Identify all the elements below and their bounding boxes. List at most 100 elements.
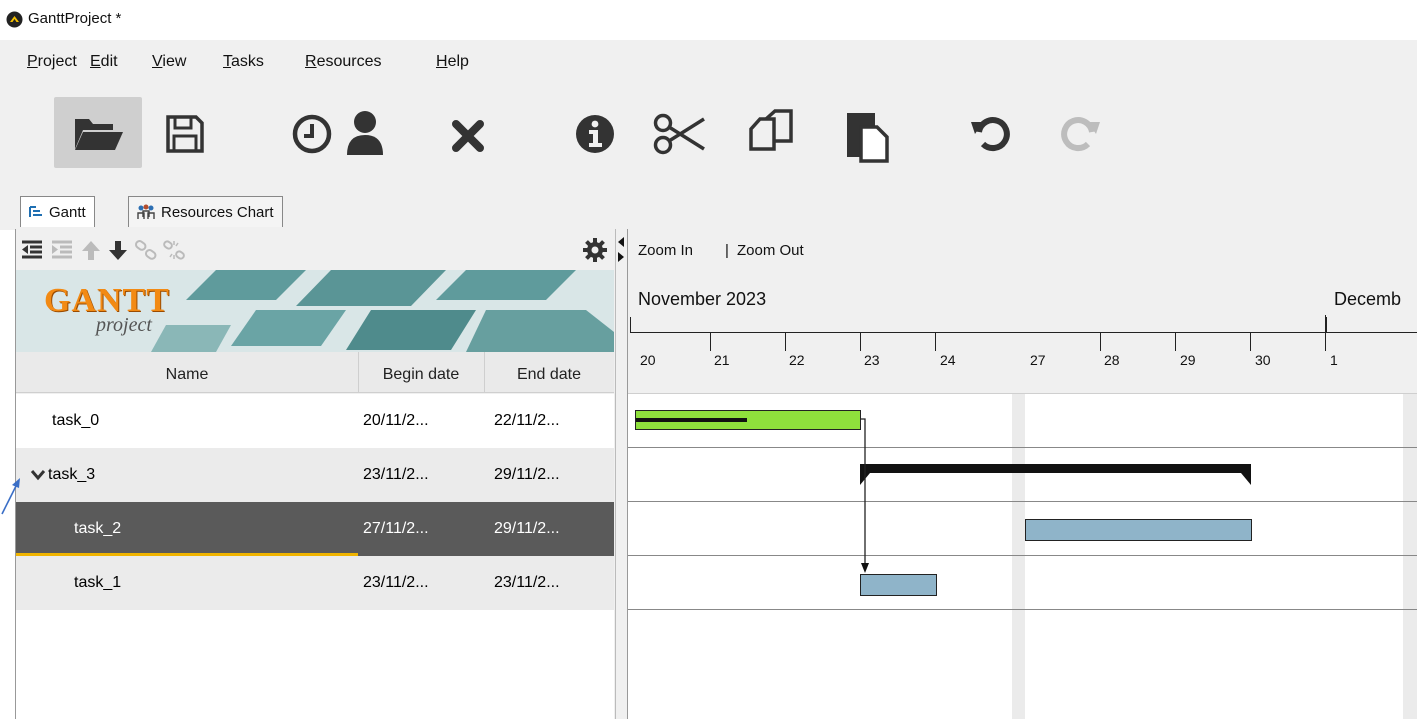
day-tick — [785, 333, 786, 351]
task-begin: 20/11/2... — [363, 412, 429, 429]
gear-icon[interactable] — [582, 237, 608, 263]
unlink-icon[interactable] — [162, 239, 186, 261]
cut-button[interactable] — [650, 109, 710, 159]
zoom-bar: Zoom In | Zoom Out — [628, 229, 1417, 271]
month-divider-line — [630, 332, 1417, 333]
column-name-header[interactable]: Name — [16, 352, 359, 392]
splitter-arrows-icon[interactable] — [617, 235, 625, 265]
task-begin: 23/11/2... — [363, 574, 429, 591]
copy-button[interactable] — [744, 106, 798, 162]
day-label: 30 — [1255, 352, 1271, 368]
day-tick — [1175, 333, 1176, 351]
table-row-task-1[interactable]: task_1 23/11/2... 23/11/2... — [16, 556, 614, 610]
day-tick — [1325, 315, 1326, 351]
day-tick — [935, 333, 936, 351]
day-tick — [710, 333, 711, 351]
month-label-december: Decemb — [1334, 289, 1402, 309]
redo-icon — [1061, 117, 1100, 152]
task-end: 29/11/2... — [494, 466, 560, 483]
redo-button[interactable] — [1057, 109, 1105, 157]
table-row-task-2-selected[interactable]: task_2 27/11/2... 29/11/2... — [16, 502, 614, 556]
table-empty-area — [16, 610, 614, 719]
day-label: 21 — [714, 352, 730, 368]
chevron-down-icon[interactable] — [30, 469, 46, 481]
column-begin-header[interactable]: Begin date — [358, 352, 485, 392]
menu-bar: Project Edit View Tasks Resources Help — [0, 40, 1417, 86]
move-down-icon[interactable] — [107, 239, 129, 261]
zoom-out-link[interactable]: Zoom Out — [737, 242, 804, 259]
gantt-tab-icon — [29, 206, 42, 217]
day-label: 29 — [1180, 352, 1196, 368]
day-label: 1 — [1330, 352, 1338, 368]
task-table-header: Name Begin date End date — [16, 352, 614, 393]
menu-edit[interactable]: Edit — [90, 53, 118, 71]
menu-project[interactable]: Project — [27, 53, 77, 71]
task-end: 23/11/2... — [494, 574, 560, 591]
task-name: task_3 — [48, 466, 96, 483]
title-bar — [0, 0, 1417, 40]
row-separator — [628, 609, 1417, 610]
column-end-header[interactable]: End date — [484, 352, 614, 392]
task-bar-task-0[interactable] — [635, 410, 861, 430]
tab-resources-label: Resources Chart — [161, 203, 274, 221]
link-icon[interactable] — [134, 239, 158, 261]
logo-subtext: project — [96, 314, 152, 336]
delete-icon — [452, 120, 484, 152]
undo-button[interactable] — [966, 109, 1014, 157]
weekend-shading — [1012, 394, 1025, 719]
zoom-in-link[interactable]: Zoom In — [638, 242, 693, 259]
delete-button[interactable] — [443, 111, 493, 161]
day-tick — [1100, 333, 1101, 351]
new-resource-button[interactable] — [340, 106, 390, 160]
task-name: task_0 — [52, 412, 100, 429]
people-icon — [137, 204, 155, 219]
save-icon — [166, 115, 204, 153]
table-row-task-0[interactable]: task_0 20/11/2... 22/11/2... — [16, 394, 614, 448]
task-bar-task-1[interactable] — [860, 574, 937, 596]
day-label: 28 — [1104, 352, 1120, 368]
progress-indicator — [636, 418, 747, 422]
history-button[interactable] — [287, 109, 337, 159]
menu-help[interactable]: Help — [436, 53, 469, 71]
gantt-app-icon — [6, 11, 23, 28]
task-table-toolbar — [16, 229, 614, 269]
task-end: 22/11/2... — [494, 412, 560, 429]
day-label: 23 — [864, 352, 880, 368]
indent-icon[interactable] — [50, 240, 74, 260]
dependency-arrow — [860, 418, 869, 573]
info-icon — [576, 115, 614, 153]
menu-view[interactable]: View — [152, 53, 186, 71]
paste-icon — [847, 113, 889, 163]
row-separator — [628, 501, 1417, 502]
menu-tasks[interactable]: Tasks — [223, 53, 264, 71]
clock-icon — [292, 114, 332, 154]
outdent-icon[interactable] — [20, 240, 44, 260]
open-project-button[interactable] — [54, 97, 142, 168]
day-label: 20 — [640, 352, 656, 368]
row-separator — [628, 447, 1417, 448]
menu-resources[interactable]: Resources — [305, 53, 381, 71]
undo-icon — [971, 117, 1010, 152]
annotation-arrow — [1, 478, 20, 515]
zoom-separator: | — [725, 242, 729, 259]
ganttproject-logo: GANTT project — [16, 270, 614, 352]
month-tick — [1326, 317, 1327, 333]
day-label: 27 — [1030, 352, 1046, 368]
task-name: task_2 — [74, 520, 122, 537]
move-up-icon[interactable] — [80, 239, 102, 261]
day-tick — [860, 333, 861, 351]
cut-icon — [653, 113, 705, 155]
summary-bar-task-3[interactable] — [858, 462, 1254, 486]
tab-resources-chart[interactable]: Resources Chart — [128, 196, 283, 227]
month-tick — [630, 317, 631, 333]
tab-gantt[interactable]: Gantt — [20, 196, 95, 227]
weekend-shading — [1403, 394, 1417, 719]
table-row-task-3[interactable]: task_3 23/11/2... 29/11/2... — [16, 448, 614, 502]
day-label: 22 — [789, 352, 805, 368]
paste-button[interactable] — [840, 106, 892, 166]
task-bar-task-2[interactable] — [1025, 519, 1252, 541]
save-button[interactable] — [160, 109, 210, 159]
task-end: 29/11/2... — [494, 520, 560, 537]
month-label-november: November 2023 — [638, 289, 767, 309]
properties-button[interactable] — [570, 107, 620, 161]
